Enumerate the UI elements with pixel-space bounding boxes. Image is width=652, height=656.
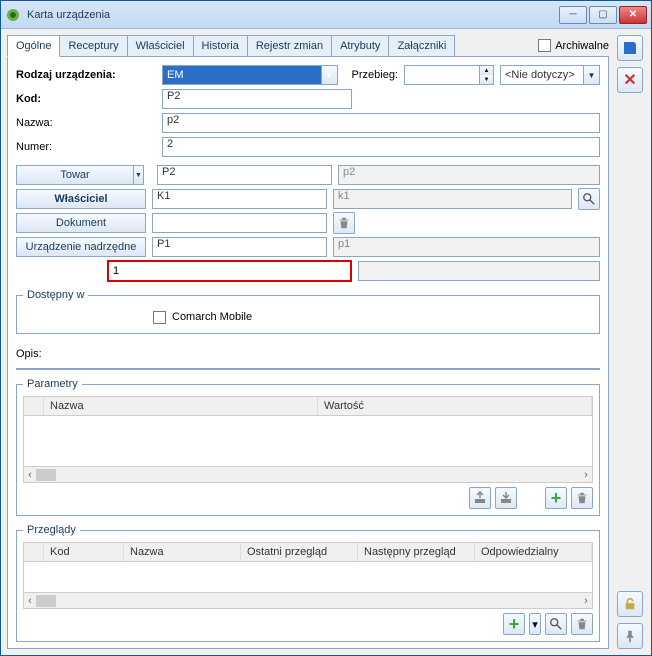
export-button[interactable]	[469, 487, 491, 509]
dokument-button[interactable]: Dokument	[16, 213, 146, 233]
comarch-label: Comarch Mobile	[172, 311, 252, 323]
add-button[interactable]: +	[545, 487, 567, 509]
numer-input[interactable]: 2	[162, 137, 600, 157]
wlasciciel-button[interactable]: Właściciel	[16, 189, 146, 209]
nadrzedne-button[interactable]: Urządzenie nadrzędne	[16, 237, 146, 257]
close-button[interactable]: ✕	[619, 6, 647, 24]
przeglady-grid[interactable]: Kod Nazwa Ostatni przegląd Następny prze…	[23, 542, 593, 609]
archive-label: Archiwalne	[555, 40, 609, 52]
scroll-left[interactable]: ‹	[24, 595, 36, 607]
minimize-button[interactable]: ─	[559, 6, 587, 24]
wlasciciel-name-field: k1	[333, 189, 572, 209]
dostepny-legend: Dostępny w	[23, 289, 88, 301]
towar-name-field: p2	[338, 165, 600, 185]
trash-icon	[575, 617, 589, 631]
lock-icon	[623, 597, 637, 611]
dostepny-fieldset: Dostępny w Comarch Mobile	[16, 289, 600, 334]
tab-atrybuty[interactable]: Atrybuty	[331, 35, 389, 56]
import-icon	[499, 491, 513, 505]
numer-label: Numer:	[16, 141, 156, 153]
titlebar: Karta urządzenia ─ ▢ ✕	[1, 1, 651, 29]
search-icon	[582, 192, 596, 206]
pin-button[interactable]	[617, 623, 643, 649]
scroll-thumb[interactable]	[36, 469, 56, 481]
col-nazwa[interactable]: Nazwa	[44, 397, 318, 415]
lock-button[interactable]	[617, 591, 643, 617]
import-button[interactable]	[495, 487, 517, 509]
tab-zalaczniki[interactable]: Załączniki	[388, 35, 455, 56]
pin-icon	[623, 629, 637, 643]
delete-button[interactable]	[571, 487, 593, 509]
save-button[interactable]	[617, 35, 643, 61]
kod-label: Kod:	[16, 93, 156, 105]
tab-bar: Ogólne Receptury Właściciel Historia Rej…	[7, 35, 609, 57]
chevron-down-icon: ▼	[133, 165, 144, 185]
nazwa-input[interactable]: p2	[162, 113, 600, 133]
col-wartosc[interactable]: Wartość	[318, 397, 592, 415]
nadrzedne-code-input[interactable]: P1	[152, 237, 327, 257]
towar-code-input[interactable]: P2	[157, 165, 332, 185]
tab-historia[interactable]: Historia	[193, 35, 248, 56]
tab-receptury[interactable]: Receptury	[59, 35, 127, 56]
opis-label: Opis:	[16, 348, 42, 360]
scroll-right[interactable]: ›	[580, 595, 592, 607]
app-icon	[5, 7, 21, 23]
parametry-legend: Parametry	[23, 378, 82, 390]
scroll-thumb[interactable]	[36, 595, 56, 607]
opis-textarea[interactable]	[16, 368, 600, 370]
search-button[interactable]	[545, 613, 567, 635]
window-title: Karta urządzenia	[27, 9, 559, 21]
search-icon	[549, 617, 563, 631]
highlighted-name-field	[358, 261, 601, 281]
dokument-input[interactable]	[152, 213, 327, 233]
przebieg-spinner[interactable]: ▲▼	[404, 65, 494, 85]
search-button[interactable]	[578, 188, 600, 210]
scroll-left[interactable]: ‹	[24, 469, 36, 481]
cancel-button[interactable]: ✕	[617, 67, 643, 93]
nazwa-label: Nazwa:	[16, 117, 156, 129]
wlasciciel-code-input[interactable]: K1	[152, 189, 327, 209]
kod-input[interactable]: P2	[162, 89, 352, 109]
delete-button[interactable]	[571, 613, 593, 635]
przeglady-legend: Przeglądy	[23, 524, 80, 536]
comarch-checkbox[interactable]	[153, 311, 166, 324]
parametry-grid[interactable]: Nazwa Wartość ‹ ›	[23, 396, 593, 483]
trash-icon	[337, 216, 351, 230]
save-icon	[622, 40, 638, 56]
przebieg-label: Przebieg:	[352, 69, 398, 81]
add-dropdown[interactable]: ▾	[529, 613, 541, 635]
nadrzedne-name-field: p1	[333, 237, 600, 257]
tab-ogolne[interactable]: Ogólne	[7, 35, 60, 57]
tab-rejestr[interactable]: Rejestr zmian	[247, 35, 332, 56]
export-icon	[473, 491, 487, 505]
przebieg-unit-select[interactable]: <Nie dotyczy> ▼	[500, 65, 600, 85]
rodzaj-label: Rodzaj urządzenia:	[16, 69, 156, 81]
highlighted-field[interactable]: 1	[107, 260, 352, 282]
przeglady-fieldset: Przeglądy Kod Nazwa Ostatni przegląd Nas…	[16, 524, 600, 642]
archive-checkbox[interactable]	[538, 39, 551, 52]
trash-icon	[575, 491, 589, 505]
rodzaj-select[interactable]: EM ▼	[162, 65, 338, 85]
scroll-right[interactable]: ›	[580, 469, 592, 481]
chevron-down-icon: ▼	[321, 66, 337, 84]
dokument-delete-button[interactable]	[333, 212, 355, 234]
maximize-button[interactable]: ▢	[589, 6, 617, 24]
towar-button[interactable]: Towar ▼	[16, 165, 134, 185]
chevron-down-icon: ▼	[583, 66, 599, 84]
tab-wlasciciel[interactable]: Właściciel	[127, 35, 194, 56]
add-button[interactable]: +	[503, 613, 525, 635]
parametry-fieldset: Parametry Nazwa Wartość ‹ ›	[16, 378, 600, 516]
